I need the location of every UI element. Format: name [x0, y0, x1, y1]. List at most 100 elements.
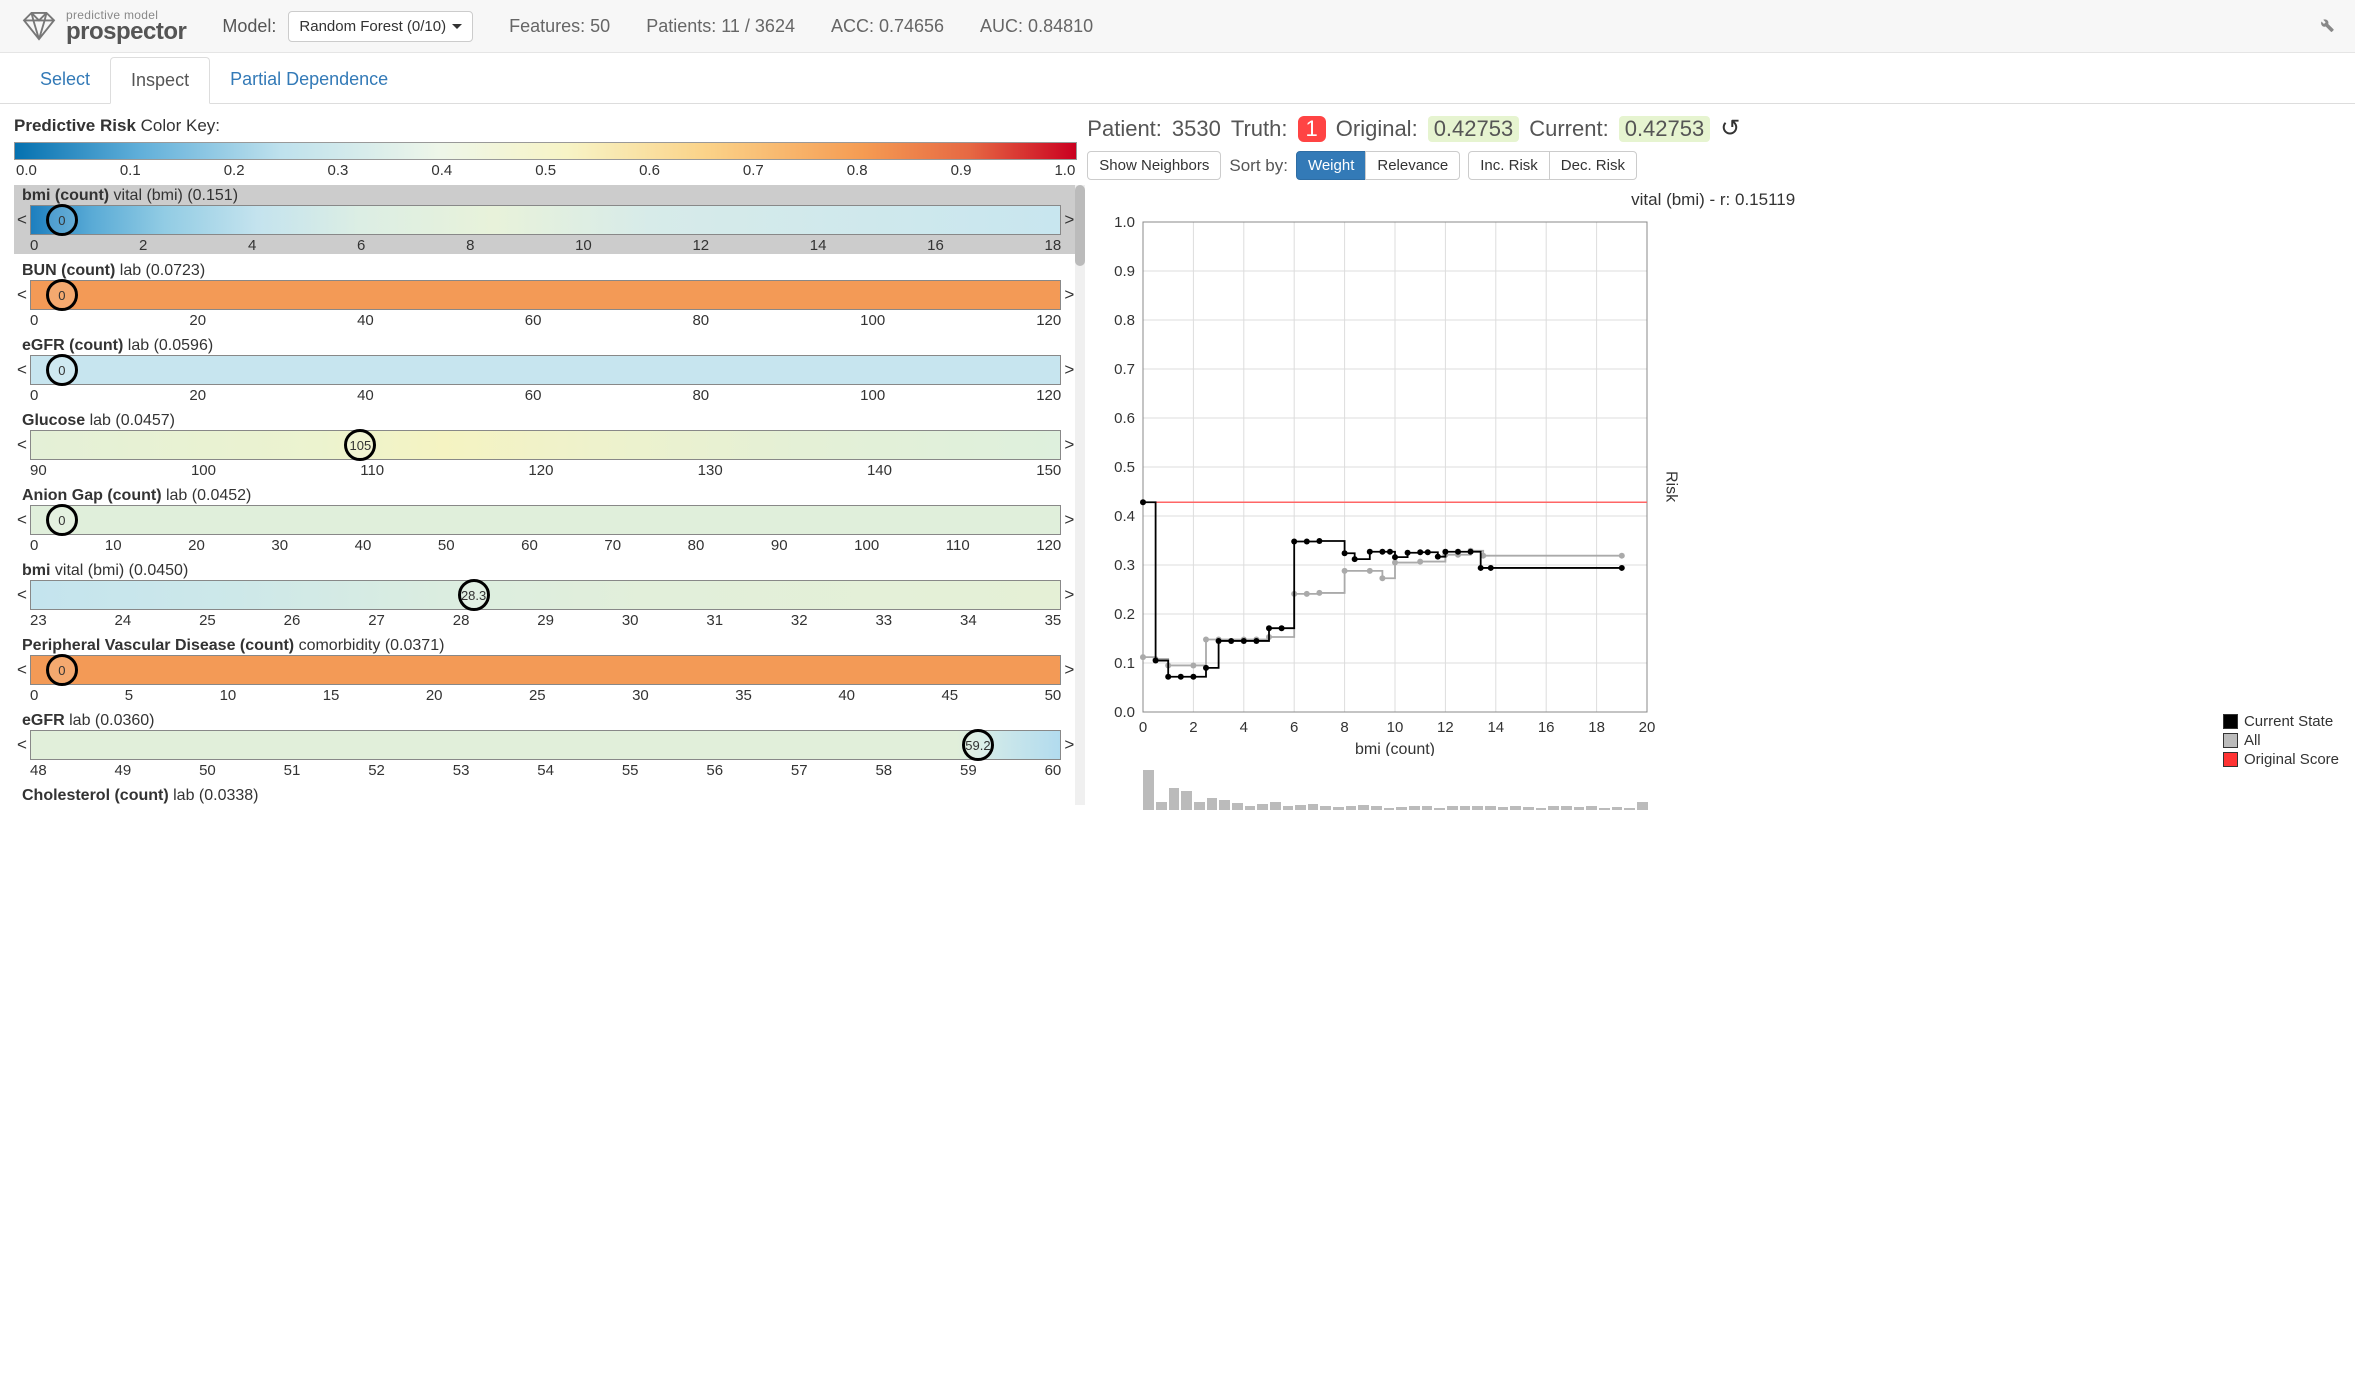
auc-stat: AUC: 0.84810	[980, 16, 1093, 37]
value-marker[interactable]: 0	[46, 504, 78, 536]
decrease-button[interactable]: <	[16, 210, 28, 230]
feature-bar[interactable]: 105	[30, 430, 1061, 460]
svg-text:6: 6	[1290, 719, 1298, 736]
increase-button[interactable]: >	[1063, 660, 1075, 680]
hist-bar	[1548, 806, 1559, 810]
decrease-button[interactable]: <	[16, 435, 28, 455]
scrollbar[interactable]	[1075, 185, 1085, 805]
decrease-button[interactable]: <	[16, 510, 28, 530]
show-neighbors-button[interactable]: Show Neighbors	[1087, 151, 1221, 180]
hist-bar	[1384, 808, 1395, 810]
feature-row[interactable]: BUN (count) lab (0.0723)<0>0204060801001…	[14, 260, 1077, 329]
svg-text:16: 16	[1538, 719, 1555, 736]
increase-button[interactable]: >	[1063, 210, 1075, 230]
current-score: 0.42753	[1619, 116, 1711, 142]
feature-bar[interactable]: 28.3	[30, 580, 1061, 610]
feature-title: BUN (count) lab (0.0723)	[16, 262, 1075, 280]
tab-bar: Select Inspect Partial Dependence	[0, 57, 2355, 104]
decrease-button[interactable]: <	[16, 735, 28, 755]
model-dropdown[interactable]: Random Forest (0/10)	[288, 11, 473, 42]
colorkey-bar	[14, 142, 1077, 160]
tab-partial-dependence[interactable]: Partial Dependence	[210, 57, 408, 103]
sort-weight-button[interactable]: Weight	[1296, 151, 1366, 180]
feature-ticks: 0102030405060708090100110120	[16, 535, 1075, 554]
feature-row[interactable]: Cholesterol (count) lab (0.0338)	[14, 785, 1077, 805]
hist-bar	[1612, 807, 1623, 810]
value-marker[interactable]: 0	[46, 204, 78, 236]
svg-text:0.1: 0.1	[1114, 655, 1135, 672]
increase-button[interactable]: >	[1063, 585, 1075, 605]
value-marker[interactable]: 0	[46, 279, 78, 311]
hist-bar	[1510, 806, 1521, 810]
feature-title: Cholesterol (count) lab (0.0338)	[16, 787, 1075, 805]
decrease-button[interactable]: <	[16, 285, 28, 305]
hist-bar	[1257, 804, 1268, 810]
controls: Show Neighbors Sort by: Weight Relevance…	[1087, 151, 2339, 180]
scroll-thumb[interactable]	[1075, 185, 1085, 266]
increase-button[interactable]: >	[1063, 285, 1075, 305]
decrease-button[interactable]: <	[16, 660, 28, 680]
hist-bar	[1358, 805, 1369, 810]
feature-bar[interactable]: 0	[30, 505, 1061, 535]
legend-item: All	[2223, 732, 2339, 749]
feature-list[interactable]: bmi (count) vital (bmi) (0.151)<0>024681…	[14, 185, 1077, 805]
feature-bar[interactable]: 0	[30, 280, 1061, 310]
increase-button[interactable]: >	[1063, 735, 1075, 755]
acc-stat: ACC: 0.74656	[831, 16, 944, 37]
colorkey-ticks: 0.00.10.20.30.40.50.60.70.80.91.0	[14, 162, 1077, 179]
hist-bar	[1207, 798, 1218, 810]
y-axis-label: Risk	[1661, 471, 1679, 502]
feature-title: bmi vital (bmi) (0.0450)	[16, 562, 1075, 580]
tab-select[interactable]: Select	[20, 57, 110, 103]
svg-text:4: 4	[1240, 719, 1248, 736]
feature-row[interactable]: Glucose lab (0.0457)<105>901001101201301…	[14, 410, 1077, 479]
feature-row[interactable]: Peripheral Vascular Disease (count) como…	[14, 635, 1077, 704]
hist-bar	[1536, 808, 1547, 811]
colorkey-tick: 0.6	[639, 162, 660, 179]
model-selector: Model: Random Forest (0/10)	[222, 11, 473, 42]
settings-icon[interactable]	[2317, 15, 2335, 38]
hist-bar	[1574, 807, 1585, 811]
feature-row[interactable]: eGFR (count) lab (0.0596)<0>020406080100…	[14, 335, 1077, 404]
value-marker[interactable]: 28.3	[458, 579, 490, 611]
dec-risk-button[interactable]: Dec. Risk	[1549, 151, 1637, 180]
svg-text:12: 12	[1437, 719, 1454, 736]
feature-row[interactable]: bmi vital (bmi) (0.0450)<28.3>2324252627…	[14, 560, 1077, 629]
sort-relevance-button[interactable]: Relevance	[1365, 151, 1460, 180]
reset-icon[interactable]: ↺	[1720, 114, 1740, 143]
decrease-button[interactable]: <	[16, 585, 28, 605]
svg-text:18: 18	[1589, 719, 1606, 736]
value-marker[interactable]: 0	[46, 354, 78, 386]
hist-bar	[1219, 800, 1230, 810]
feature-bar[interactable]: 0	[30, 655, 1061, 685]
hist-bar	[1396, 807, 1407, 811]
value-marker[interactable]: 59.2	[962, 729, 994, 761]
svg-text:0.2: 0.2	[1114, 606, 1135, 623]
tab-inspect[interactable]: Inspect	[110, 57, 210, 104]
feature-row[interactable]: bmi (count) vital (bmi) (0.151)<0>024681…	[14, 185, 1077, 254]
feature-bar[interactable]: 59.2	[30, 730, 1061, 760]
feature-bar[interactable]: 0	[30, 355, 1061, 385]
value-marker[interactable]: 105	[344, 429, 376, 461]
hist-bar	[1156, 802, 1167, 811]
model-value: Random Forest (0/10)	[299, 18, 446, 35]
svg-text:10: 10	[1387, 719, 1404, 736]
chart-legend: Current StateAllOriginal Score	[2223, 711, 2339, 768]
colorkey-tick: 0.8	[847, 162, 868, 179]
feature-title: bmi (count) vital (bmi) (0.151)	[16, 187, 1075, 205]
decrease-button[interactable]: <	[16, 360, 28, 380]
feature-bar[interactable]: 0	[30, 205, 1061, 235]
value-marker[interactable]: 0	[46, 654, 78, 686]
increase-button[interactable]: >	[1063, 510, 1075, 530]
svg-text:20: 20	[1639, 719, 1656, 736]
increase-button[interactable]: >	[1063, 360, 1075, 380]
hist-bar	[1586, 806, 1597, 810]
truth-label: Truth:	[1231, 116, 1288, 142]
increase-button[interactable]: >	[1063, 435, 1075, 455]
feature-row[interactable]: Anion Gap (count) lab (0.0452)<0>0102030…	[14, 485, 1077, 554]
hist-bar	[1308, 804, 1319, 810]
inc-risk-button[interactable]: Inc. Risk	[1468, 151, 1550, 180]
feature-row[interactable]: eGFR lab (0.0360)<59.2>48495051525354555…	[14, 710, 1077, 779]
histogram	[1143, 770, 1647, 810]
topbar: predictive model prospector Model: Rando…	[0, 0, 2355, 53]
